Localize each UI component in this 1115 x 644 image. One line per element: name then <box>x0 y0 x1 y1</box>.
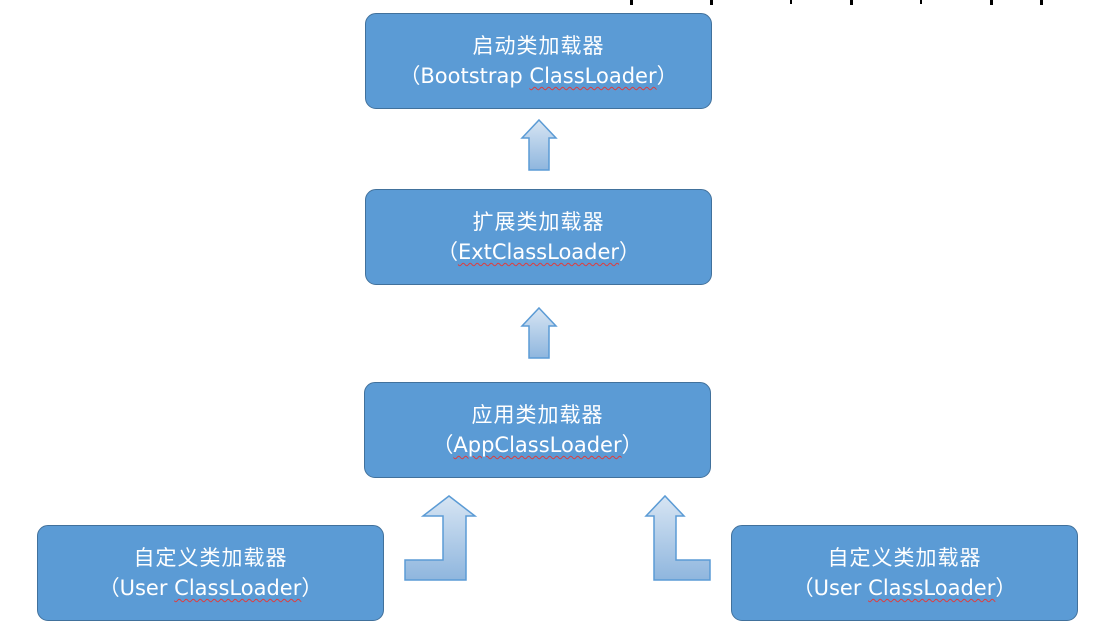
arrow-user-right-to-app <box>644 494 711 581</box>
node-title: 应用类加载器 <box>471 403 604 427</box>
subtitle-suffix: ） <box>619 240 641 264</box>
subtitle-suffix: ） <box>656 64 678 88</box>
node-title: 自定义类加载器 <box>827 546 982 570</box>
subtitle-classname: ClassLoader <box>868 576 996 600</box>
node-bootstrap-classloader: 启动类加载器 （Bootstrap ClassLoader） <box>365 13 712 109</box>
cropped-strokes-top <box>630 0 1043 5</box>
node-subtitle: （ExtClassLoader） <box>437 237 640 267</box>
node-app-classloader: 应用类加载器 （AppClassLoader） <box>364 382 711 478</box>
arrow-user-left-to-app <box>404 495 478 581</box>
arrow-ext-to-bootstrap <box>520 118 558 171</box>
subtitle-suffix: ） <box>301 576 323 600</box>
node-ext-classloader: 扩展类加载器 （ExtClassLoader） <box>365 189 712 285</box>
node-title: 自定义类加载器 <box>133 546 288 570</box>
subtitle-prefix: （User <box>98 576 175 600</box>
subtitle-classname: AppClassLoader <box>453 433 622 457</box>
subtitle-classname: ClassLoader <box>174 576 302 600</box>
node-subtitle: （User ClassLoader） <box>793 573 1017 603</box>
subtitle-prefix: （ <box>436 240 458 264</box>
subtitle-suffix: ） <box>995 576 1017 600</box>
subtitle-prefix: （ <box>432 433 454 457</box>
node-subtitle: （Bootstrap ClassLoader） <box>399 61 677 91</box>
arrow-app-to-ext <box>520 306 558 359</box>
node-subtitle: （AppClassLoader） <box>432 430 642 460</box>
node-subtitle: （User ClassLoader） <box>99 573 323 603</box>
node-user-classloader-right: 自定义类加载器 （User ClassLoader） <box>731 525 1078 621</box>
subtitle-classname: ClassLoader <box>529 64 657 88</box>
subtitle-classname: ExtClassLoader <box>457 240 620 264</box>
node-title: 扩展类加载器 <box>472 210 605 234</box>
subtitle-suffix: ） <box>621 433 643 457</box>
node-title: 启动类加载器 <box>472 34 605 58</box>
subtitle-prefix: （Bootstrap <box>399 64 530 88</box>
subtitle-prefix: （User <box>792 576 869 600</box>
node-user-classloader-left: 自定义类加载器 （User ClassLoader） <box>37 525 384 621</box>
